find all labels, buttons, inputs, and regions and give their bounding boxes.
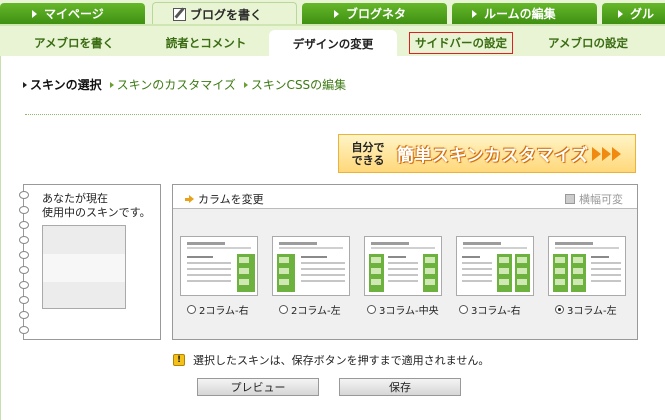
- save-warning: ! 選択したスキンは、保存ボタンを押すまで適用されません。: [173, 352, 489, 368]
- subtab-design-change[interactable]: デザインの変更: [269, 30, 397, 58]
- save-button[interactable]: 保存: [339, 378, 461, 396]
- current-skin-box: あなたが現在 使用中のスキンです。: [19, 184, 161, 340]
- subtab-ameblo-settings[interactable]: アメブロの設定: [530, 32, 646, 54]
- current-skin-label: あなたが現在 使用中のスキンです。: [42, 192, 151, 219]
- column-selector: カラムを変更 横幅可変 2コラム-右 2コラム-左 3コラム-中央 3コラム-右…: [172, 184, 638, 340]
- variable-width-option: 横幅可変: [565, 191, 623, 207]
- bullet-icon: [109, 81, 114, 88]
- column-change-label: カラムを変更: [185, 191, 264, 207]
- ring-icon: [19, 221, 29, 229]
- warning-icon: !: [173, 354, 185, 366]
- layout-thumb-2col-right[interactable]: [180, 236, 258, 296]
- divider: [25, 114, 641, 115]
- layout-thumb-2col-left[interactable]: [272, 236, 350, 296]
- layout-thumb-3col-left[interactable]: [548, 236, 626, 296]
- radio-2col-left[interactable]: 2コラム-左: [279, 302, 341, 317]
- radio-button[interactable]: [459, 305, 468, 314]
- triangle-icon: [334, 9, 339, 18]
- ring-icon: [19, 191, 29, 199]
- preview-button[interactable]: プレビュー: [197, 378, 319, 396]
- content-panel: スキンの選択 スキンのカスタマイズ スキンCSSの編集 自分で できる 簡単スキ…: [0, 56, 665, 420]
- ring-icon: [19, 236, 29, 244]
- tab-write-blog[interactable]: ブログを書く: [152, 2, 297, 25]
- arrow-right-icon: [185, 194, 194, 204]
- ring-icon: [19, 311, 29, 319]
- triangle-icon: [618, 9, 623, 18]
- ring-icon: [19, 251, 29, 259]
- sub-nav: アメブロを書く 読者とコメント デザインの変更 サイドバーの設定 アメブロの設定: [0, 24, 665, 58]
- bullet-icon: [23, 81, 27, 88]
- crumb-skin-css[interactable]: スキンCSSの編集: [243, 76, 346, 93]
- tab-blog-neta[interactable]: ブログネタ: [302, 3, 447, 24]
- ring-icon: [19, 206, 29, 214]
- radio-button[interactable]: [187, 305, 196, 314]
- tab-mypage[interactable]: マイページ: [0, 3, 145, 24]
- triangle-icon: [472, 9, 477, 18]
- radio-button-selected[interactable]: [555, 305, 564, 314]
- variable-width-checkbox: [565, 194, 575, 204]
- tab-group[interactable]: グル: [602, 3, 665, 24]
- triangle-icon: [32, 9, 37, 18]
- tab-room-edit[interactable]: ルームの編集: [452, 3, 597, 24]
- top-nav: マイページ ブログを書く ブログネタ ルームの編集 グル: [0, 0, 665, 25]
- arrows-icon: [592, 146, 622, 161]
- layout-thumb-3col-center[interactable]: [364, 236, 442, 296]
- current-skin-thumbnail: [42, 225, 126, 309]
- pen-icon: [173, 7, 186, 21]
- radio-3col-center[interactable]: 3コラム-中央: [367, 302, 439, 317]
- radio-button[interactable]: [367, 305, 376, 314]
- radio-2col-right[interactable]: 2コラム-右: [187, 302, 249, 317]
- breadcrumb: スキンの選択 スキンのカスタマイズ スキンCSSの編集: [23, 76, 354, 93]
- skin-customize-banner[interactable]: 自分で できる 簡単スキンカスタマイズ: [338, 134, 636, 173]
- radio-3col-right[interactable]: 3コラム-右: [459, 302, 521, 317]
- radio-3col-left[interactable]: 3コラム-左: [555, 302, 617, 317]
- ring-icon: [19, 266, 29, 274]
- crumb-skin-customize[interactable]: スキンのカスタマイズ: [109, 76, 236, 93]
- layout-thumb-3col-right[interactable]: [456, 236, 534, 296]
- subtab-readers-comments[interactable]: 読者とコメント: [150, 32, 262, 54]
- radio-button[interactable]: [279, 305, 288, 314]
- subtab-sidebar-settings[interactable]: サイドバーの設定: [409, 32, 513, 54]
- ring-icon: [19, 296, 29, 304]
- subtab-write[interactable]: アメブロを書く: [18, 32, 130, 54]
- bullet-icon: [243, 81, 248, 88]
- ring-icon: [19, 281, 29, 289]
- crumb-skin-select: スキンの選択: [23, 76, 102, 93]
- ring-icon: [19, 326, 29, 334]
